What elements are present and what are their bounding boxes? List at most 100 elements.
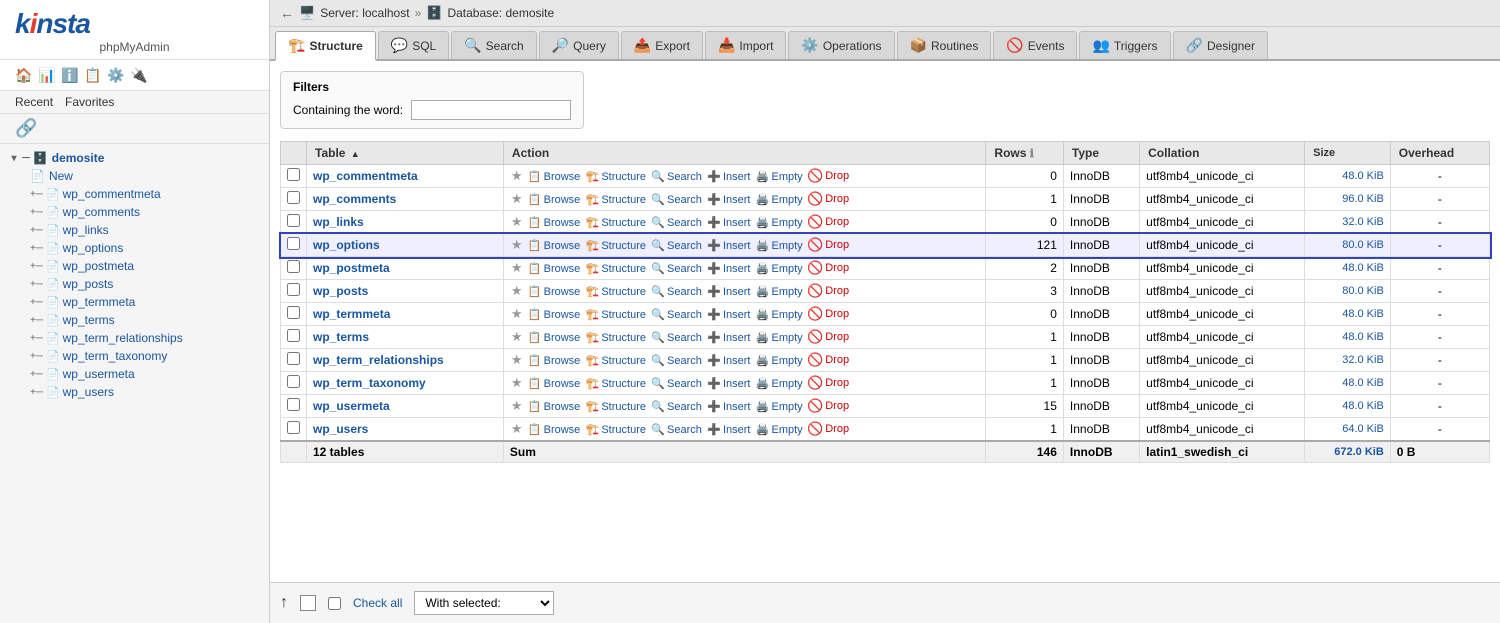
checkbox-wp_terms[interactable] — [287, 329, 300, 342]
insert-link-wp_term_relationships[interactable]: ➕ Insert — [707, 354, 750, 367]
table-name-link-wp_terms[interactable]: wp_terms — [313, 330, 369, 344]
header-table[interactable]: Table ▲ — [307, 142, 504, 165]
structure-link-wp_links[interactable]: 🏗️ Structure — [586, 216, 646, 229]
structure-link-wp_postmeta[interactable]: 🏗️ Structure — [586, 262, 646, 275]
row-checkbox-wp_postmeta[interactable] — [281, 257, 307, 280]
insert-link-wp_usermeta[interactable]: ➕ Insert — [707, 400, 750, 413]
table-link-wp_postmeta[interactable]: wp_postmeta — [63, 259, 134, 273]
favorites-link[interactable]: Favorites — [65, 95, 114, 109]
table-link-wp_term_taxonomy[interactable]: wp_term_taxonomy — [63, 349, 168, 363]
table-link-wp_terms[interactable]: wp_terms — [63, 313, 115, 327]
structure-link-wp_options[interactable]: 🏗️ Structure — [586, 239, 646, 252]
chart-icon[interactable]: 📊 — [38, 66, 56, 84]
drop-link-wp_users[interactable]: 🚫 Drop — [807, 421, 849, 437]
check-all-label[interactable]: Check all — [353, 596, 402, 610]
drop-link-wp_terms[interactable]: 🚫 Drop — [807, 329, 849, 345]
browse-link-wp_terms[interactable]: 📋 Browse — [528, 331, 580, 344]
checkbox-wp_postmeta[interactable] — [287, 260, 300, 273]
table-link-wp_users[interactable]: wp_users — [63, 385, 114, 399]
structure-link-wp_posts[interactable]: 🏗️ Structure — [586, 285, 646, 298]
sidebar-item-wp_termmeta[interactable]: +─ 📄 wp_termmeta — [0, 293, 269, 311]
tab-import[interactable]: 📥 Import — [705, 31, 786, 59]
tab-export[interactable]: 📤 Export — [621, 31, 703, 59]
row-checkbox-wp_usermeta[interactable] — [281, 395, 307, 418]
search-link-wp_links[interactable]: 🔍 Search — [651, 216, 702, 229]
empty-link-wp_postmeta[interactable]: 🖨️ Empty — [756, 262, 803, 275]
search-link-wp_term_relationships[interactable]: 🔍 Search — [651, 354, 702, 367]
drop-link-wp_termmeta[interactable]: 🚫 Drop — [807, 306, 849, 322]
browse-link-wp_options[interactable]: 📋 Browse — [528, 239, 580, 252]
insert-link-wp_comments[interactable]: ➕ Insert — [707, 193, 750, 206]
insert-link-wp_termmeta[interactable]: ➕ Insert — [707, 308, 750, 321]
table-name-link-wp_links[interactable]: wp_links — [313, 215, 364, 229]
tab-routines[interactable]: 📦 Routines — [897, 31, 992, 59]
structure-link-wp_users[interactable]: 🏗️ Structure — [586, 423, 646, 436]
filter-input[interactable] — [411, 100, 571, 120]
sidebar-item-wp_comments[interactable]: +─ 📄 wp_comments — [0, 203, 269, 221]
star-wp_term_taxonomy[interactable]: ★ — [511, 375, 523, 391]
search-link-wp_users[interactable]: 🔍 Search — [651, 423, 702, 436]
sidebar-item-wp_links[interactable]: +─ 📄 wp_links — [0, 221, 269, 239]
table-link-wp_posts[interactable]: wp_posts — [63, 277, 114, 291]
drop-link-wp_posts[interactable]: 🚫 Drop — [807, 283, 849, 299]
drop-link-wp_commentmeta[interactable]: 🚫 Drop — [807, 168, 849, 184]
star-wp_links[interactable]: ★ — [511, 214, 523, 230]
table-name-link-wp_term_taxonomy[interactable]: wp_term_taxonomy — [313, 376, 426, 390]
tab-search[interactable]: 🔍 Search — [451, 31, 536, 59]
row-checkbox-wp_term_relationships[interactable] — [281, 349, 307, 372]
checkbox-wp_term_relationships[interactable] — [287, 352, 300, 365]
row-checkbox-wp_term_taxonomy[interactable] — [281, 372, 307, 395]
back-button[interactable]: ← — [280, 5, 294, 21]
table-name-link-wp_posts[interactable]: wp_posts — [313, 284, 368, 298]
structure-link-wp_terms[interactable]: 🏗️ Structure — [586, 331, 646, 344]
insert-link-wp_links[interactable]: ➕ Insert — [707, 216, 750, 229]
structure-link-wp_commentmeta[interactable]: 🏗️ Structure — [586, 170, 646, 183]
structure-link-wp_termmeta[interactable]: 🏗️ Structure — [586, 308, 646, 321]
empty-link-wp_links[interactable]: 🖨️ Empty — [756, 216, 803, 229]
empty-link-wp_comments[interactable]: 🖨️ Empty — [756, 193, 803, 206]
table-name-link-wp_term_relationships[interactable]: wp_term_relationships — [313, 353, 444, 367]
tab-structure[interactable]: 🏗️ Structure — [275, 31, 376, 61]
row-checkbox-wp_options[interactable] — [281, 234, 307, 257]
star-wp_usermeta[interactable]: ★ — [511, 398, 523, 414]
table-link-wp_options[interactable]: wp_options — [63, 241, 124, 255]
sidebar-item-wp_options[interactable]: +─ 📄 wp_options — [0, 239, 269, 257]
browse-link-wp_termmeta[interactable]: 📋 Browse — [528, 308, 580, 321]
row-checkbox-wp_terms[interactable] — [281, 326, 307, 349]
table-name-link-wp_termmeta[interactable]: wp_termmeta — [313, 307, 390, 321]
plugin-icon[interactable]: 🔌 — [130, 66, 148, 84]
browse-link-wp_postmeta[interactable]: 📋 Browse — [528, 262, 580, 275]
browse-link-wp_users[interactable]: 📋 Browse — [528, 423, 580, 436]
checkbox-wp_links[interactable] — [287, 214, 300, 227]
empty-link-wp_termmeta[interactable]: 🖨️ Empty — [756, 308, 803, 321]
empty-link-wp_options[interactable]: 🖨️ Empty — [756, 239, 803, 252]
drop-link-wp_postmeta[interactable]: 🚫 Drop — [807, 260, 849, 276]
table-link-wp_term_relationships[interactable]: wp_term_relationships — [63, 331, 183, 345]
sidebar-item-wp_postmeta[interactable]: +─ 📄 wp_postmeta — [0, 257, 269, 275]
insert-link-wp_terms[interactable]: ➕ Insert — [707, 331, 750, 344]
row-checkbox-wp_posts[interactable] — [281, 280, 307, 303]
search-link-wp_terms[interactable]: 🔍 Search — [651, 331, 702, 344]
checkbox-wp_posts[interactable] — [287, 283, 300, 296]
browse-link-wp_commentmeta[interactable]: 📋 Browse — [528, 170, 580, 183]
bottom-up-checkbox[interactable] — [300, 595, 316, 611]
browse-link-wp_comments[interactable]: 📋 Browse — [528, 193, 580, 206]
empty-link-wp_commentmeta[interactable]: 🖨️ Empty — [756, 170, 803, 183]
sidebar-item-wp_posts[interactable]: +─ 📄 wp_posts — [0, 275, 269, 293]
empty-link-wp_term_taxonomy[interactable]: 🖨️ Empty — [756, 377, 803, 390]
doc-icon[interactable]: 📋 — [84, 66, 102, 84]
drop-link-wp_comments[interactable]: 🚫 Drop — [807, 191, 849, 207]
table-name-link-wp_comments[interactable]: wp_comments — [313, 192, 396, 206]
empty-link-wp_usermeta[interactable]: 🖨️ Empty — [756, 400, 803, 413]
insert-link-wp_commentmeta[interactable]: ➕ Insert — [707, 170, 750, 183]
insert-link-wp_users[interactable]: ➕ Insert — [707, 423, 750, 436]
tree-new-item[interactable]: 📄 New — [0, 167, 269, 185]
drop-link-wp_term_taxonomy[interactable]: 🚫 Drop — [807, 375, 849, 391]
structure-link-wp_term_relationships[interactable]: 🏗️ Structure — [586, 354, 646, 367]
drop-link-wp_links[interactable]: 🚫 Drop — [807, 214, 849, 230]
tab-query[interactable]: 🔎 Query — [539, 31, 619, 59]
star-wp_options[interactable]: ★ — [511, 237, 523, 253]
row-checkbox-wp_users[interactable] — [281, 418, 307, 442]
browse-link-wp_term_relationships[interactable]: 📋 Browse — [528, 354, 580, 367]
table-name-link-wp_postmeta[interactable]: wp_postmeta — [313, 261, 390, 275]
